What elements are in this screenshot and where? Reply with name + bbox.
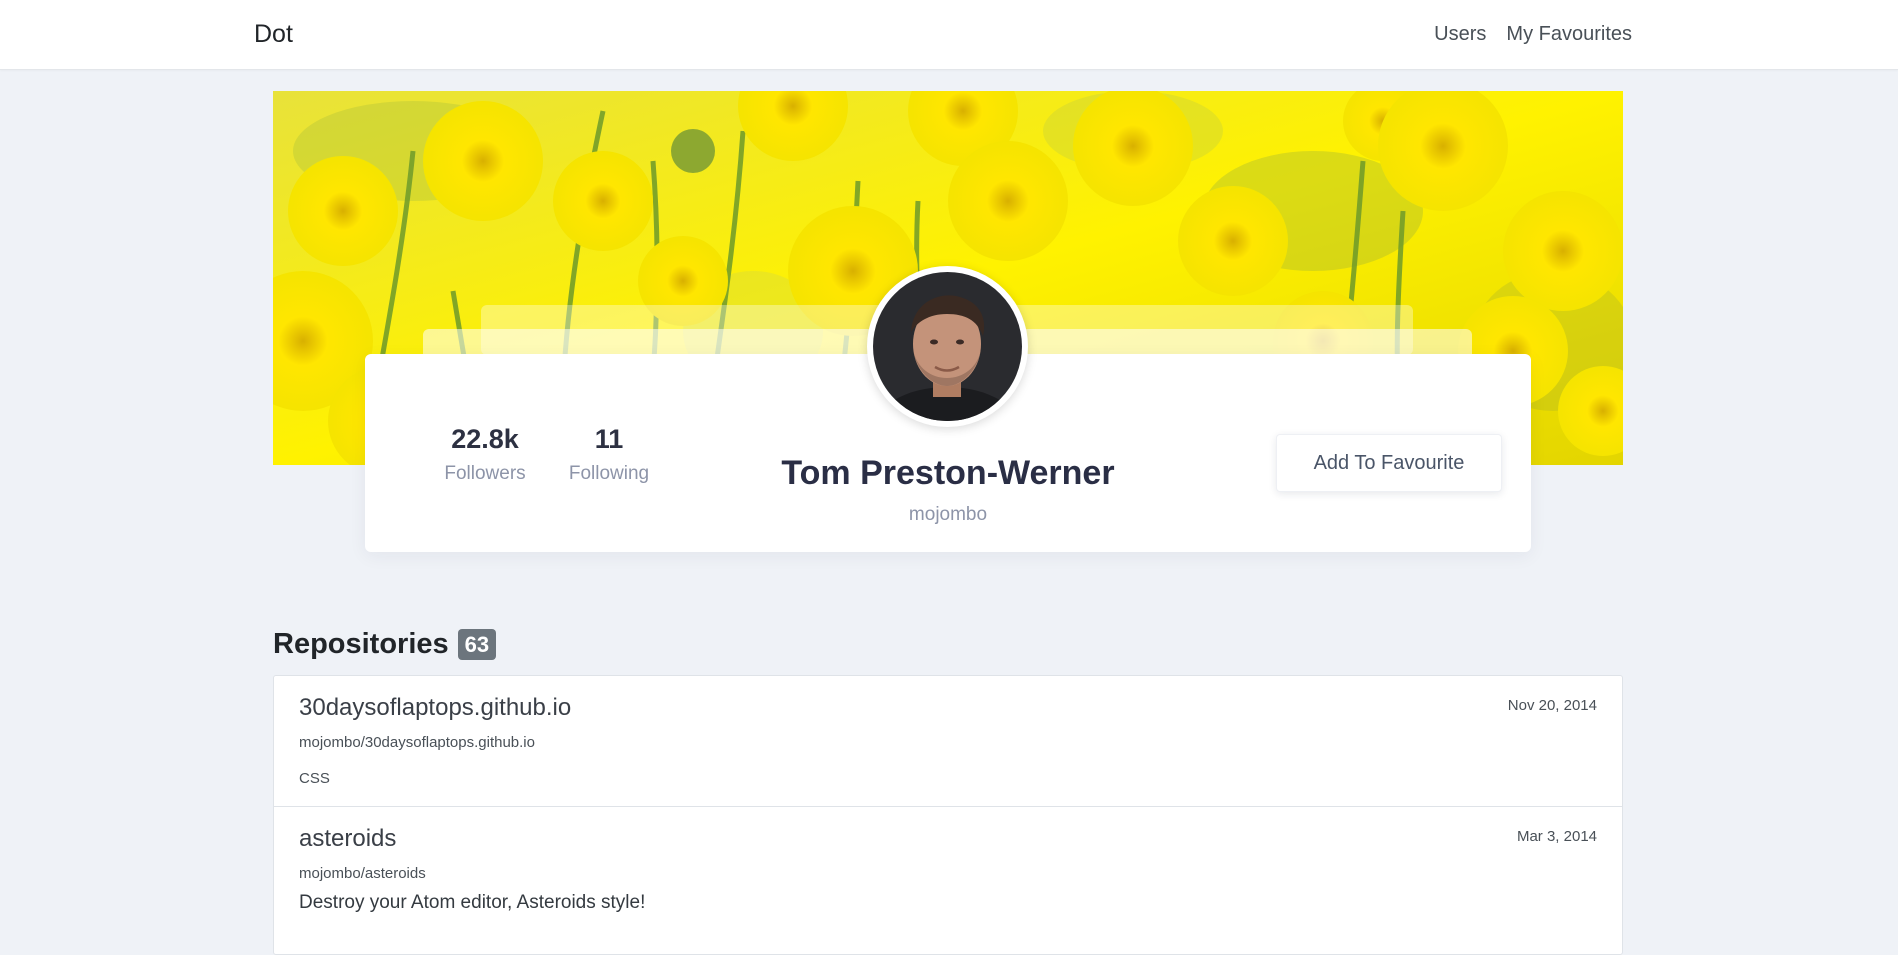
- profile-name: Tom Preston-Werner: [781, 454, 1115, 492]
- repository-list: 30daysoflaptops.github.io mojombo/30days…: [273, 675, 1623, 955]
- avatar: [867, 266, 1028, 427]
- followers-label: Followers: [444, 463, 526, 484]
- repositories-header: Repositories 63: [273, 628, 497, 661]
- repo-language: CSS: [299, 770, 330, 787]
- add-to-favourite-button[interactable]: Add To Favourite: [1276, 434, 1502, 492]
- following-label: Following: [568, 463, 650, 484]
- repo-name-link[interactable]: 30daysoflaptops.github.io: [299, 694, 1597, 722]
- list-item: 30daysoflaptops.github.io mojombo/30days…: [274, 676, 1622, 807]
- nav-links: Users My Favourites: [1434, 23, 1632, 46]
- repositories-count-badge: 63: [457, 629, 497, 660]
- followers-count: 22.8k: [451, 424, 519, 454]
- brand-logo[interactable]: Dot: [254, 20, 293, 49]
- list-item: asteroids mojombo/asteroids Destroy your…: [274, 807, 1622, 938]
- repo-full-name: mojombo/30daysoflaptops.github.io: [299, 734, 535, 751]
- repo-date: Nov 20, 2014: [1507, 697, 1597, 714]
- following-stat: 11 Following: [563, 424, 655, 485]
- nav-link-my-favourites[interactable]: My Favourites: [1506, 23, 1632, 46]
- repo-description: Destroy your Atom editor, Asteroids styl…: [299, 892, 646, 913]
- following-count: 11: [594, 424, 624, 454]
- avatar-image: [873, 272, 1022, 421]
- repo-full-name: mojombo/asteroids: [299, 865, 426, 882]
- top-navbar: Dot Users My Favourites: [0, 0, 1898, 70]
- repositories-title: Repositories: [273, 628, 449, 660]
- followers-stat: 22.8k Followers: [440, 424, 530, 485]
- repo-date: Mar 3, 2014: [1516, 828, 1597, 845]
- nav-link-users[interactable]: Users: [1434, 23, 1486, 46]
- repo-name-link[interactable]: asteroids: [299, 825, 1597, 853]
- profile-login: mojombo: [908, 504, 988, 525]
